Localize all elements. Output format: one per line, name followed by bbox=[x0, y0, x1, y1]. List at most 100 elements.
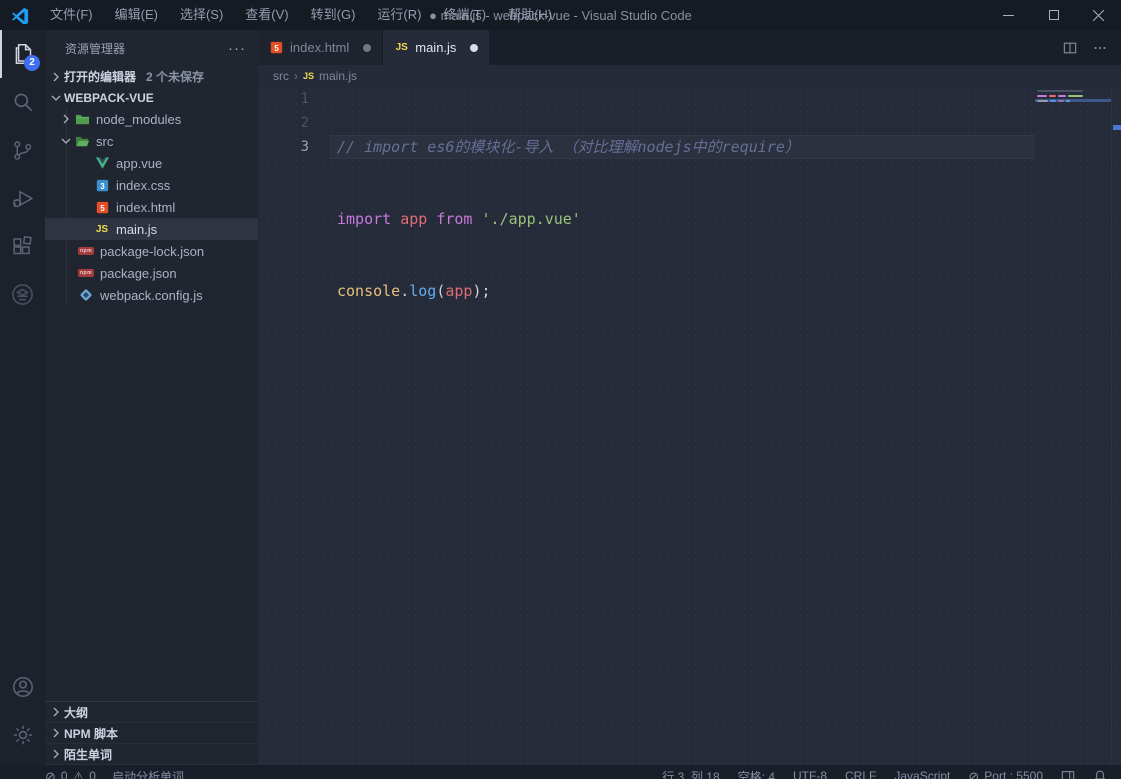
npm-scripts-section[interactable]: NPM 脚本 bbox=[45, 723, 258, 744]
sidebar-header: 资源管理器 ··· bbox=[45, 30, 258, 66]
close-icon[interactable] bbox=[1076, 0, 1121, 30]
window-controls bbox=[986, 0, 1121, 30]
tree-item-index-html[interactable]: 5 index.html bbox=[45, 196, 258, 218]
variable-token: app bbox=[445, 282, 472, 300]
tree-item-label: index.html bbox=[116, 200, 175, 215]
run-debug-icon[interactable] bbox=[0, 174, 45, 222]
npm-scripts-label: NPM 脚本 bbox=[64, 725, 118, 742]
source-control-icon[interactable] bbox=[0, 126, 45, 174]
more-actions-icon[interactable]: ··· bbox=[228, 40, 246, 57]
layout-icon[interactable] bbox=[1061, 769, 1075, 779]
problems-indicator[interactable]: ⊘ 0 ⚠ 0 bbox=[45, 769, 96, 779]
tab-main-js[interactable]: JS main.js bbox=[383, 30, 489, 65]
project-section-header[interactable]: WEBPACK-VUE bbox=[45, 87, 258, 108]
tab-label: main.js bbox=[415, 40, 456, 55]
menu-run[interactable]: 运行(R) bbox=[366, 0, 432, 30]
breadcrumb: src › JS main.js bbox=[258, 65, 1121, 87]
notifications-bell-icon[interactable] bbox=[1093, 769, 1107, 779]
minimize-icon[interactable] bbox=[986, 0, 1031, 30]
chevron-right-icon bbox=[48, 69, 64, 85]
circle-slash-icon: ⊘ bbox=[968, 770, 979, 779]
spell-checker-status[interactable]: 启动分析单词 bbox=[112, 768, 184, 779]
menu-help[interactable]: 帮助(H) bbox=[497, 0, 563, 30]
tree-item-package-lock-json[interactable]: npm package-lock.json bbox=[45, 240, 258, 262]
settings-gear-icon[interactable] bbox=[0, 711, 45, 759]
explorer-sidebar: 资源管理器 ··· 打开的编辑器 2 个未保存 WEBPACK-VUE node… bbox=[45, 30, 258, 765]
breadcrumb-main-js[interactable]: main.js bbox=[319, 69, 357, 83]
cursor-position-marker bbox=[1113, 125, 1121, 130]
chevron-right-icon bbox=[48, 746, 64, 762]
sidebar-bottom-sections: 大纲 NPM 脚本 陌生单词 bbox=[45, 701, 258, 765]
warning-count: 0 bbox=[89, 769, 96, 779]
tree-item-app-vue[interactable]: app.vue bbox=[45, 152, 258, 174]
indentation[interactable]: 空格: 4 bbox=[738, 768, 775, 779]
svg-text:3: 3 bbox=[100, 181, 105, 190]
tree-item-node-modules[interactable]: node_modules bbox=[45, 108, 258, 130]
maximize-icon[interactable] bbox=[1031, 0, 1076, 30]
tree-item-label: index.css bbox=[116, 178, 170, 193]
string-token: './app.vue' bbox=[482, 210, 581, 228]
plugin-icon[interactable] bbox=[0, 270, 45, 318]
tree-item-webpack-config-js[interactable]: webpack.config.js bbox=[45, 284, 258, 306]
unknown-words-section[interactable]: 陌生单词 bbox=[45, 744, 258, 765]
breadcrumb-src[interactable]: src bbox=[273, 69, 289, 83]
tree-item-main-js[interactable]: JS main.js bbox=[45, 218, 258, 240]
menu-terminal[interactable]: 终端(T) bbox=[432, 0, 497, 30]
npm-icon: npm bbox=[78, 265, 94, 281]
css-icon: 3 bbox=[94, 177, 110, 193]
line-number: 2 bbox=[258, 111, 330, 135]
more-actions-icon[interactable] bbox=[1093, 41, 1107, 55]
menu-go[interactable]: 转到(G) bbox=[300, 0, 367, 30]
file-tree: node_modules src app.vue 3 index.css 5 bbox=[45, 108, 258, 306]
modified-dot-icon[interactable] bbox=[363, 44, 371, 52]
tree-item-index-css[interactable]: 3 index.css bbox=[45, 174, 258, 196]
variable-token: app bbox=[400, 210, 436, 228]
open-editors-section[interactable]: 打开的编辑器 2 个未保存 bbox=[45, 66, 258, 87]
status-bar: ⊘ 0 ⚠ 0 启动分析单词 行 3, 列 18 空格: 4 UTF-8 CRL… bbox=[0, 765, 1121, 779]
menu-edit[interactable]: 编辑(E) bbox=[104, 0, 169, 30]
line-number: 1 bbox=[258, 87, 330, 111]
tree-item-label: node_modules bbox=[96, 112, 181, 127]
outline-section[interactable]: 大纲 bbox=[45, 702, 258, 723]
editor-scrollbar[interactable] bbox=[1111, 87, 1121, 765]
js-icon: JS bbox=[94, 221, 110, 237]
modified-dot-icon[interactable] bbox=[470, 44, 478, 52]
unknown-words-label: 陌生单词 bbox=[64, 746, 112, 763]
punctuation-token: . bbox=[400, 282, 409, 300]
code-editor[interactable]: 1 2 3 // import es6的模块化-导入 （对比理解nodejs中的… bbox=[258, 87, 1121, 765]
minimap[interactable] bbox=[1035, 87, 1111, 765]
accounts-icon[interactable] bbox=[0, 663, 45, 711]
vscode-logo-icon bbox=[11, 6, 29, 24]
tree-item-package-json[interactable]: npm package.json bbox=[45, 262, 258, 284]
encoding[interactable]: UTF-8 bbox=[793, 769, 827, 779]
explorer-icon[interactable]: 2 bbox=[0, 30, 45, 78]
folder-open-icon bbox=[74, 133, 90, 149]
live-server-port[interactable]: ⊘ Port : 5500 bbox=[968, 769, 1043, 779]
search-icon[interactable] bbox=[0, 78, 45, 126]
menu-file[interactable]: 文件(F) bbox=[39, 0, 104, 30]
keyword-token: import bbox=[337, 210, 400, 228]
line-number-gutter: 1 2 3 bbox=[258, 87, 330, 159]
tab-index-html[interactable]: 5 index.html bbox=[258, 30, 383, 65]
split-editor-icon[interactable] bbox=[1063, 41, 1077, 55]
language-mode[interactable]: JavaScript bbox=[894, 769, 950, 779]
tree-item-label: package.json bbox=[100, 266, 177, 281]
html-icon: 5 bbox=[269, 40, 284, 55]
vue-icon bbox=[94, 155, 110, 171]
tree-item-src[interactable]: src bbox=[45, 130, 258, 152]
eol-sequence[interactable]: CRLF bbox=[845, 769, 876, 779]
minimap-current-line bbox=[1035, 99, 1111, 102]
code-line-2: import app from './app.vue' bbox=[337, 207, 800, 231]
tree-item-label: main.js bbox=[116, 222, 157, 237]
menu-view[interactable]: 查看(V) bbox=[234, 0, 299, 30]
menu-selection[interactable]: 选择(S) bbox=[169, 0, 234, 30]
tree-item-label: webpack.config.js bbox=[100, 288, 203, 303]
svg-text:5: 5 bbox=[100, 203, 105, 212]
vscode-window: 文件(F) 编辑(E) 选择(S) 查看(V) 转到(G) 运行(R) 终端(T… bbox=[0, 0, 1121, 779]
code-content: // import es6的模块化-导入 （对比理解nodejs中的requir… bbox=[337, 87, 800, 351]
extensions-icon[interactable] bbox=[0, 222, 45, 270]
chevron-down-icon bbox=[58, 133, 74, 149]
unsaved-count: 2 个未保存 bbox=[146, 68, 204, 85]
npm-icon: npm bbox=[78, 243, 94, 259]
cursor-position[interactable]: 行 3, 列 18 bbox=[662, 768, 719, 779]
